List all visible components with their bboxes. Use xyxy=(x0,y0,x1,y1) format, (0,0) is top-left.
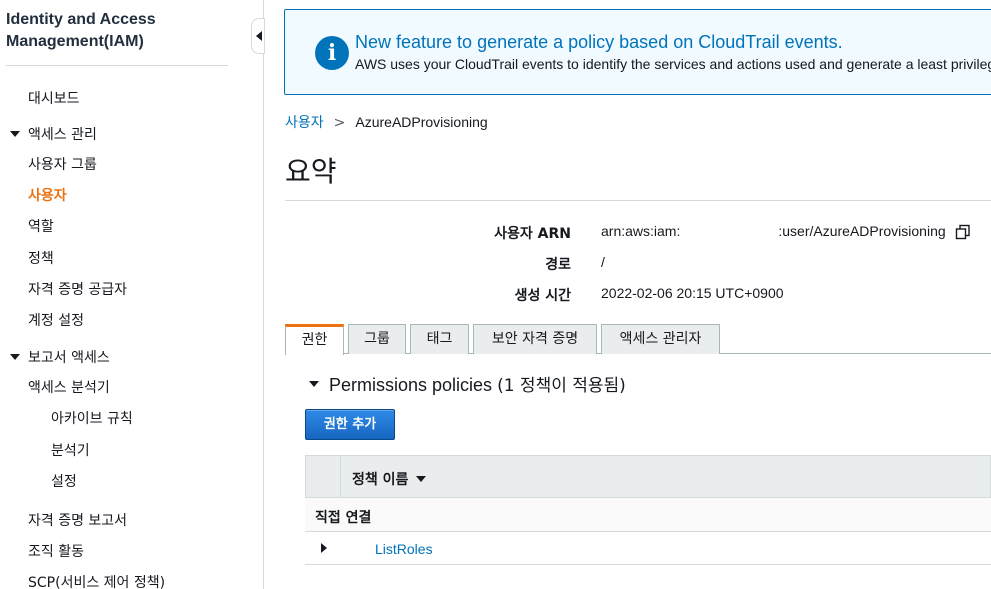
path-label: 경로 xyxy=(545,257,571,273)
add-permissions-button[interactable]: 권한 추가 xyxy=(305,409,395,440)
caret-down-icon xyxy=(10,131,20,137)
column-header-policy-name[interactable]: 정책 이름 xyxy=(352,469,427,489)
arn-value-suffix: :user/AzureADProvisioning xyxy=(778,223,946,239)
sidebar-item-users[interactable]: 사용자 xyxy=(28,185,67,205)
tab-access-advisor[interactable]: 액세스 관리자 xyxy=(601,324,720,354)
policy-link[interactable]: ListRoles xyxy=(375,541,433,557)
info-banner: i New feature to generate a policy based… xyxy=(284,9,991,95)
sidebar-section-access-reports[interactable]: 보고서 액세스 xyxy=(10,347,110,367)
banner-title: New feature to generate a policy based o… xyxy=(355,32,843,52)
created-value: 2022-02-06 20:15 UTC+0900 xyxy=(601,285,784,301)
created-label: 생성 시간 xyxy=(514,288,571,304)
sidebar-item-user-groups[interactable]: 사용자 그룹 xyxy=(28,154,97,174)
table-header: 정책 이름 xyxy=(305,455,991,498)
sidebar-item-scp[interactable]: SCP(서비스 제어 정책) xyxy=(28,572,165,589)
sidebar-collapse-button[interactable] xyxy=(251,18,265,54)
breadcrumb-users-link[interactable]: 사용자 xyxy=(285,115,324,131)
arn-value-prefix: arn:aws:iam: xyxy=(601,223,681,239)
breadcrumb-current: AzureADProvisioning xyxy=(355,114,488,130)
tab-permissions[interactable]: 권한 xyxy=(285,324,344,355)
select-column-header xyxy=(306,456,341,497)
sidebar-item-dashboard[interactable]: 대시보드 xyxy=(28,88,80,108)
sidebar-section-label: 보고서 액세스 xyxy=(28,350,110,366)
sidebar: Identity and Access Management(IAM) 대시보드… xyxy=(0,0,264,589)
permissions-header-title: Permissions policies xyxy=(329,375,493,395)
sidebar-item-account-settings[interactable]: 계정 설정 xyxy=(28,310,84,330)
banner-text: AWS uses your CloudTrail events to ident… xyxy=(355,56,991,72)
arn-label: 사용자 ARN xyxy=(494,226,571,242)
sidebar-divider xyxy=(6,65,228,66)
permissions-header-count: (1 정책이 적용됨) xyxy=(497,376,626,396)
chevron-left-icon xyxy=(256,31,262,41)
permissions-policies-header[interactable]: Permissions policies (1 정책이 적용됨) xyxy=(309,371,626,396)
title-divider xyxy=(285,200,991,201)
copy-icon[interactable] xyxy=(955,224,971,240)
caret-down-icon xyxy=(309,381,319,388)
tab-security-credentials[interactable]: 보안 자격 증명 xyxy=(473,324,597,354)
tab-tags[interactable]: 태그 xyxy=(410,324,469,354)
table-row: ListRoles xyxy=(305,532,991,565)
breadcrumb: 사용자 > AzureADProvisioning xyxy=(285,112,488,132)
sidebar-item-credential-report[interactable]: 자격 증명 보고서 xyxy=(28,510,127,530)
path-value: / xyxy=(601,254,605,270)
page-title: 요약 xyxy=(285,155,337,188)
breadcrumb-separator: > xyxy=(333,115,346,131)
sidebar-item-identity-providers[interactable]: 자격 증명 공급자 xyxy=(28,279,127,299)
sidebar-section-access-management[interactable]: 액세스 관리 xyxy=(10,124,97,144)
sidebar-item-access-analyzer[interactable]: 액세스 분석기 xyxy=(28,377,110,397)
arn-value[interactable]: arn:aws:iam: :user/AzureADProvisioning xyxy=(601,223,946,239)
info-icon: i xyxy=(315,36,349,70)
expand-row-icon[interactable] xyxy=(321,543,327,553)
sidebar-item-analyzers[interactable]: 분석기 xyxy=(51,440,90,460)
sidebar-title[interactable]: Identity and Access Management(IAM) xyxy=(6,9,226,53)
group-label: 직접 연결 xyxy=(315,510,372,526)
sidebar-item-archive-rules[interactable]: 아카이브 규칙 xyxy=(51,408,133,428)
sidebar-item-organization-activity[interactable]: 조직 활동 xyxy=(28,541,84,561)
caret-down-icon xyxy=(10,354,20,360)
sort-down-icon xyxy=(416,476,427,482)
sidebar-item-analyzer-settings[interactable]: 설정 xyxy=(51,471,77,491)
sidebar-item-policies[interactable]: 정책 xyxy=(28,248,54,268)
group-row-directly-attached: 직접 연결 xyxy=(305,498,991,532)
tab-groups[interactable]: 그룹 xyxy=(348,324,406,354)
column-header-label: 정책 이름 xyxy=(352,472,409,488)
sidebar-section-label: 액세스 관리 xyxy=(28,127,97,143)
sidebar-item-roles[interactable]: 역할 xyxy=(28,216,54,236)
